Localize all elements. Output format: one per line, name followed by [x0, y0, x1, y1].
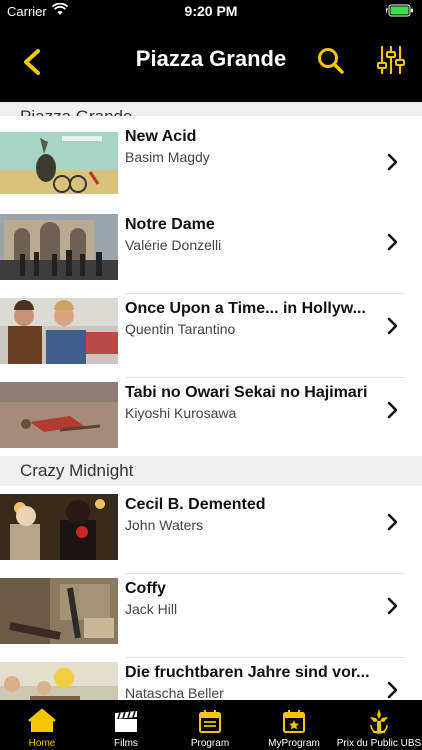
film-title: Tabi no Owari Sekai no Hajimari — [125, 384, 368, 401]
film-title: Once Upon a Time... in Hollyw... — [125, 300, 366, 317]
calendar-icon — [199, 710, 221, 733]
tab-program[interactable]: Program — [168, 700, 252, 750]
chevron-right-icon — [386, 317, 400, 335]
status-bar: Carrier 9:20 PM — [0, 0, 422, 22]
section-header-crazy-midnight: Crazy Midnight — [0, 456, 422, 486]
chevron-right-icon — [386, 153, 400, 171]
film-row[interactable]: Once Upon a Time... in Hollyw... Quentin… — [0, 294, 422, 378]
tab-films[interactable]: Films — [84, 700, 168, 750]
tab-home[interactable]: Home — [0, 700, 84, 750]
film-director: Quentin Tarantino — [125, 321, 236, 337]
film-row[interactable]: Coffy Jack Hill — [0, 574, 422, 658]
battery-icon — [382, 4, 414, 20]
film-list: Piazza Grande New Acid Basim Magdy — [0, 102, 422, 700]
film-row[interactable]: Notre Dame Valérie Donzelli — [0, 210, 422, 294]
tab-prix-du-public[interactable]: Prix du Public UBS — [336, 700, 422, 750]
film-thumbnail — [0, 494, 118, 560]
film-thumbnail — [0, 382, 118, 448]
film-director: Valérie Donzelli — [125, 237, 222, 253]
filter-button[interactable] — [376, 44, 406, 76]
film-thumbnail — [0, 662, 118, 700]
sliders-icon — [377, 45, 405, 75]
film-title: Coffy — [125, 580, 166, 597]
film-director: Basim Magdy — [125, 149, 210, 165]
film-director: Jack Hill — [125, 601, 178, 617]
tab-bar: Home Films Program MyProgram Prix du Pub… — [0, 700, 422, 750]
chevron-right-icon — [386, 513, 400, 531]
tab-label: Prix du Public UBS — [336, 738, 422, 749]
chevron-right-icon — [386, 681, 400, 699]
film-director: John Waters — [125, 517, 204, 533]
film-thumbnail — [0, 578, 118, 644]
film-director: Kiyoshi Kurosawa — [125, 405, 237, 421]
film-thumbnail — [0, 298, 118, 364]
tab-label: Home — [28, 738, 56, 749]
chevron-right-icon — [386, 233, 400, 251]
film-row[interactable]: Cecil B. Demented John Waters — [0, 490, 422, 574]
section-title: Crazy Midnight — [20, 461, 134, 480]
film-row[interactable]: New Acid Basim Magdy — [0, 116, 422, 215]
film-row[interactable]: Die fruchtbaren Jahre sind vor... Natasc… — [0, 658, 422, 700]
film-director: Natascha Beller — [125, 685, 224, 700]
film-title: New Acid — [125, 128, 197, 145]
search-button[interactable] — [316, 46, 346, 76]
tab-label: MyProgram — [268, 738, 320, 749]
home-icon — [28, 708, 56, 732]
search-icon — [318, 48, 344, 74]
award-icon — [370, 709, 388, 734]
tab-label: Films — [114, 738, 138, 749]
film-thumbnail — [0, 132, 118, 194]
page-title: Piazza Grande — [135, 46, 287, 71]
film-title: Notre Dame — [125, 216, 215, 233]
tab-myprogram[interactable]: MyProgram — [252, 700, 336, 750]
calendar-star-icon — [283, 710, 305, 733]
chevron-right-icon — [386, 597, 400, 615]
chevron-right-icon — [386, 401, 400, 419]
film-title: Cecil B. Demented — [125, 496, 266, 513]
tab-label: Program — [190, 738, 230, 749]
film-title: Die fruchtbaren Jahre sind vor... — [125, 664, 370, 681]
clock: 9:20 PM — [184, 3, 238, 19]
film-row[interactable]: Tabi no Owari Sekai no Hajimari Kiyoshi … — [0, 378, 422, 462]
clapperboard-icon — [115, 710, 137, 732]
navigation-bar: Piazza Grande — [0, 22, 422, 102]
film-thumbnail — [0, 214, 118, 280]
